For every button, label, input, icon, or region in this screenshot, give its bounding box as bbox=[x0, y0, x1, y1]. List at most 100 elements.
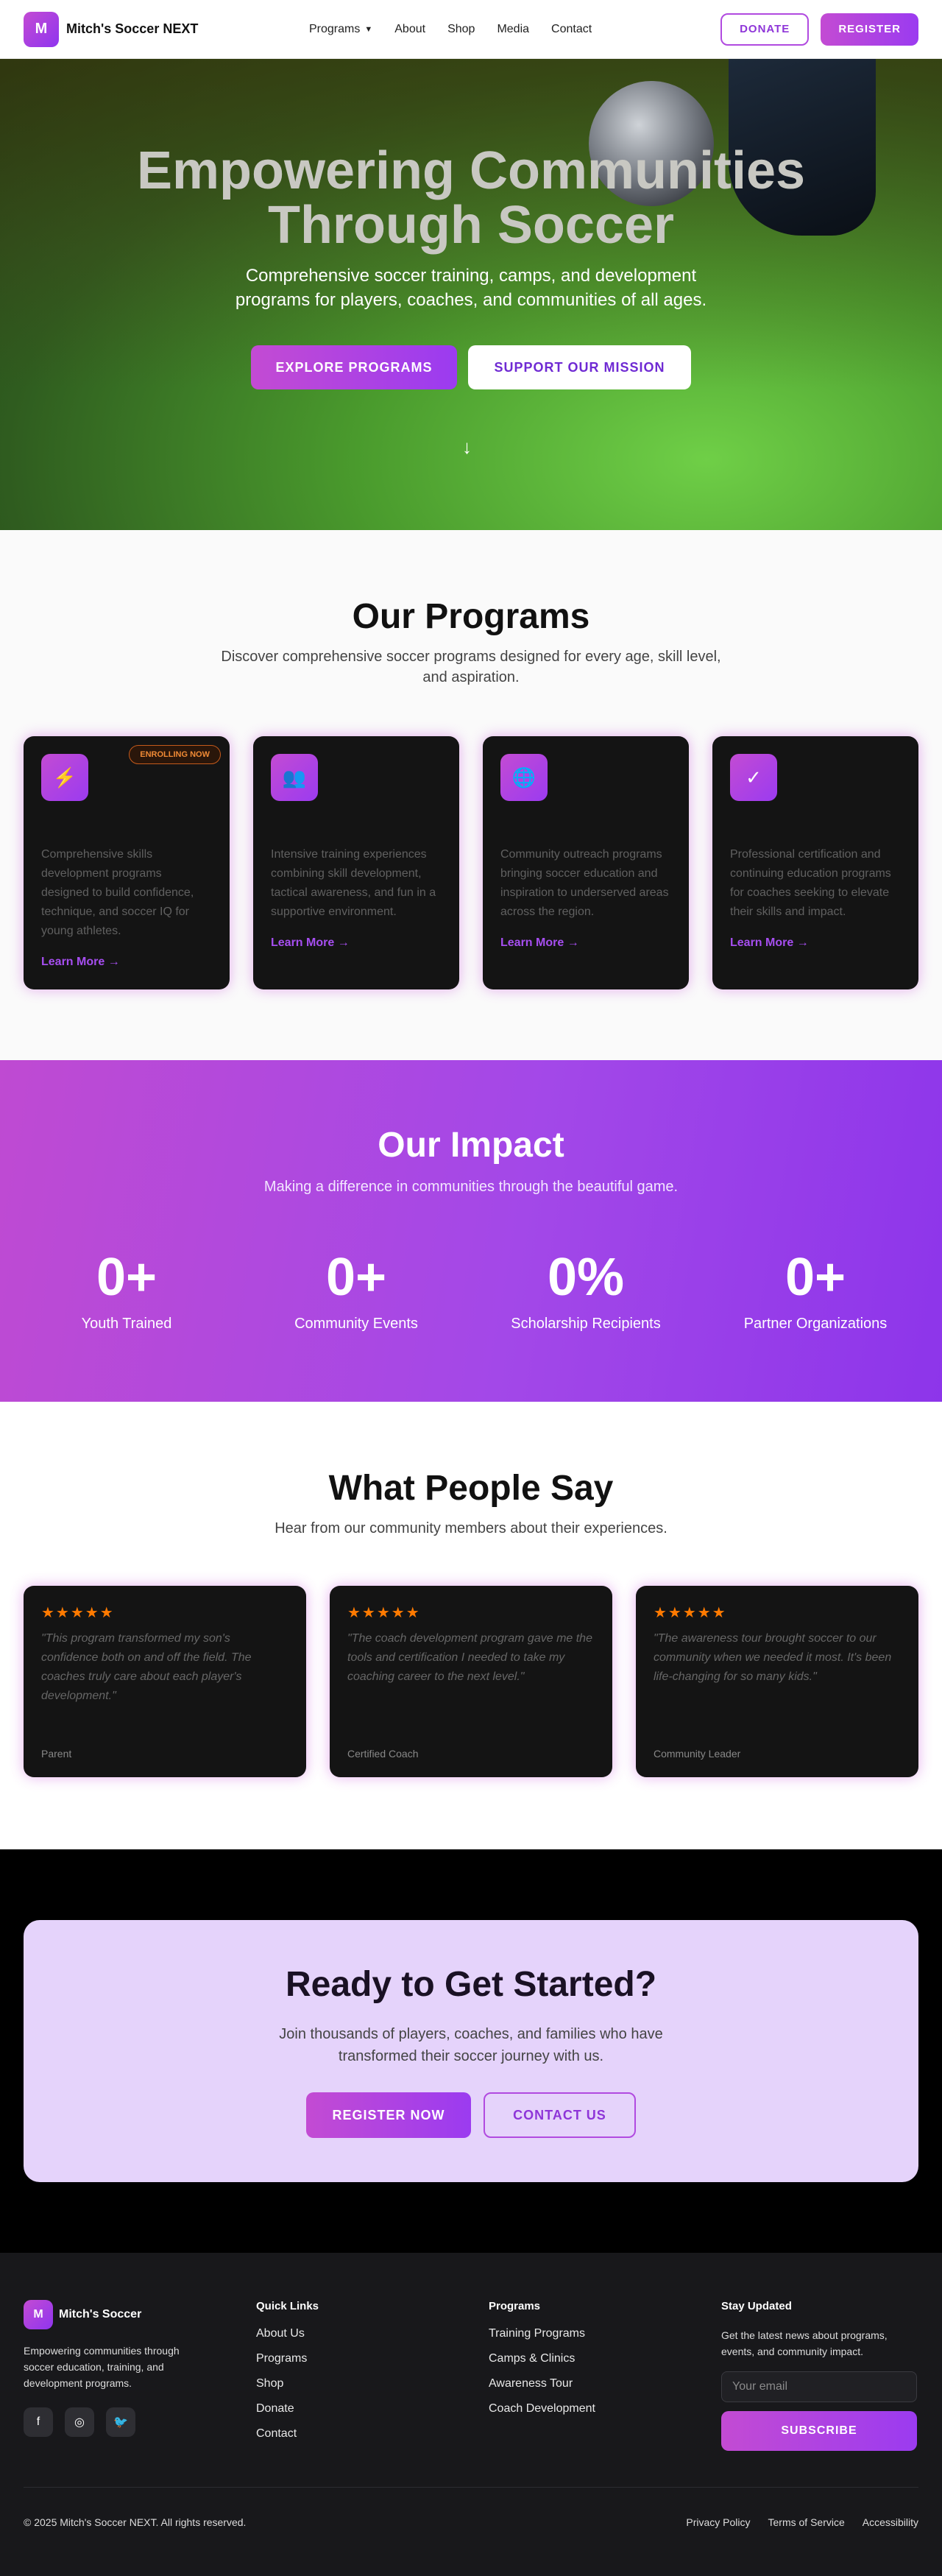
learn-more-link[interactable]: Learn More → bbox=[730, 936, 901, 950]
testimonial-author: Community Leader bbox=[654, 1748, 741, 1760]
donate-button[interactable]: DONATE bbox=[720, 13, 810, 46]
social-links: f ◎ 🐦 bbox=[24, 2407, 200, 2437]
footer-link-about[interactable]: About Us bbox=[256, 2327, 319, 2340]
check-circle-icon: ✓ bbox=[730, 754, 777, 801]
learn-more-link[interactable]: Learn More → bbox=[41, 956, 212, 969]
footer-link-camps[interactable]: Camps & Clinics bbox=[489, 2352, 595, 2365]
nav-programs-label: Programs bbox=[309, 22, 361, 35]
contact-us-button[interactable]: CONTACT US bbox=[484, 2092, 636, 2138]
cta-section: Ready to Get Started? Join thousands of … bbox=[0, 1849, 942, 2253]
accessibility-link[interactable]: Accessibility bbox=[863, 2516, 918, 2528]
learn-more-link[interactable]: Learn More → bbox=[500, 936, 671, 950]
footer-programs: Programs Training Programs Camps & Clini… bbox=[489, 2300, 595, 2427]
stat-number: 0+ bbox=[96, 1248, 157, 1307]
facebook-icon[interactable]: f bbox=[24, 2407, 53, 2437]
brand-name: Mitch's Soccer NEXT bbox=[66, 21, 199, 36]
program-desc: Intensive training experiences combining… bbox=[271, 848, 436, 918]
impact-subtitle: Making a difference in communities throu… bbox=[263, 1179, 679, 1195]
stat-label: Partner Organizations bbox=[743, 1316, 888, 1332]
testimonial-author: Certified Coach bbox=[347, 1748, 419, 1760]
nav-links: Programs ▼ About Shop Media Contact bbox=[309, 23, 592, 36]
hero-subtitle: Comprehensive soccer training, camps, an… bbox=[235, 266, 707, 310]
footer-link-contact[interactable]: Contact bbox=[256, 2427, 319, 2441]
testimonial-quote: "The awareness tour brought soccer to ou… bbox=[654, 1632, 892, 1683]
privacy-link[interactable]: Privacy Policy bbox=[686, 2516, 750, 2528]
cta-subtitle: Join thousands of players, coaches, and … bbox=[279, 2026, 663, 2064]
star-rating: ★★★★★ bbox=[347, 1605, 421, 1621]
scroll-down-icon[interactable]: ↓ bbox=[462, 436, 472, 459]
stat-events: 0+ Community Events bbox=[253, 1248, 459, 1333]
nav-contact[interactable]: Contact bbox=[551, 23, 592, 36]
stat-scholarship: 0% Scholarship Recipients bbox=[483, 1248, 689, 1333]
footer-logo[interactable]: M Mitch's Soccer bbox=[24, 2300, 200, 2329]
stat-youth: 0+ Youth Trained bbox=[24, 1248, 230, 1333]
testimonial-author: Parent bbox=[41, 1748, 72, 1760]
stat-number: 0% bbox=[547, 1248, 625, 1307]
newsletter-desc: Get the latest news about programs, even… bbox=[721, 2329, 888, 2357]
testimonial-card: ★★★★★ "The awareness tour brought soccer… bbox=[636, 1586, 918, 1777]
copyright: © 2025 Mitch's Soccer NEXT. All rights r… bbox=[24, 2516, 247, 2528]
register-button[interactable]: REGISTER bbox=[821, 13, 918, 46]
top-nav: M Mitch's Soccer NEXT Programs ▼ About Sh… bbox=[0, 0, 942, 59]
star-rating: ★★★★★ bbox=[654, 1605, 727, 1621]
footer-quick-links: Quick Links About Us Programs Shop Donat… bbox=[256, 2300, 319, 2452]
cta-title: Ready to Get Started? bbox=[285, 1965, 657, 2004]
instagram-icon[interactable]: ◎ bbox=[65, 2407, 94, 2437]
program-card: ⚡ ENROLLING NOW Comprehensive skills dev… bbox=[24, 736, 230, 989]
support-mission-button[interactable]: SUPPORT OUR MISSION bbox=[468, 345, 691, 389]
group-icon: 👥 bbox=[271, 754, 318, 801]
testimonials-title: What People Say bbox=[328, 1469, 614, 1508]
program-desc: Professional certification and continuin… bbox=[730, 848, 891, 918]
footer-link-shop[interactable]: Shop bbox=[256, 2377, 319, 2390]
testimonials-subtitle: Hear from our community members about th… bbox=[275, 1520, 667, 1536]
stat-label: Scholarship Recipients bbox=[511, 1316, 661, 1332]
nav-about[interactable]: About bbox=[394, 23, 425, 36]
quick-links-heading: Quick Links bbox=[256, 2300, 319, 2312]
newsletter-heading: Stay Updated bbox=[721, 2300, 792, 2312]
testimonial-quote: "This program transformed my son's confi… bbox=[41, 1632, 252, 1702]
twitter-icon[interactable]: 🐦 bbox=[106, 2407, 135, 2437]
register-now-button[interactable]: REGISTER NOW bbox=[306, 2092, 471, 2138]
testimonial-quote: "The coach development program gave me t… bbox=[347, 1632, 592, 1683]
footer-link-tour[interactable]: Awareness Tour bbox=[489, 2377, 595, 2390]
footer-brand-name: Mitch's Soccer bbox=[59, 2308, 142, 2321]
footer-link-programs[interactable]: Programs bbox=[256, 2352, 319, 2365]
hero-title: Empowering Communities Through Soccer bbox=[0, 144, 942, 253]
enrolling-badge: ENROLLING NOW bbox=[129, 745, 221, 764]
star-rating: ★★★★★ bbox=[41, 1605, 115, 1621]
stat-partners: 0+ Partner Organizations bbox=[712, 1248, 918, 1333]
footer-divider bbox=[24, 2487, 918, 2488]
programs-subtitle: Discover comprehensive soccer programs d… bbox=[221, 649, 721, 685]
testimonial-card: ★★★★★ "The coach development program gav… bbox=[330, 1586, 612, 1777]
nav-programs[interactable]: Programs ▼ bbox=[309, 23, 372, 36]
learn-more-link[interactable]: Learn More → bbox=[271, 936, 442, 950]
chevron-down-icon: ▼ bbox=[364, 24, 373, 34]
footer-logo-mark: M bbox=[24, 2300, 53, 2329]
hero-section: Empowering Communities Through Soccer Com… bbox=[0, 59, 942, 530]
program-card: 🌐 Community outreach programs bringing s… bbox=[483, 736, 689, 989]
programs-title: Our Programs bbox=[352, 597, 590, 636]
program-card: ✓ Professional certification and continu… bbox=[712, 736, 918, 989]
email-input[interactable]: Your email bbox=[721, 2371, 917, 2402]
testimonials-section: What People Say Hear from our community … bbox=[0, 1402, 942, 1849]
brand-logo[interactable]: M Mitch's Soccer NEXT bbox=[24, 11, 199, 47]
terms-link[interactable]: Terms of Service bbox=[768, 2516, 845, 2528]
nav-media[interactable]: Media bbox=[497, 23, 529, 36]
program-card: 👥 Intensive training experiences combini… bbox=[253, 736, 459, 989]
footer-link-donate[interactable]: Donate bbox=[256, 2402, 319, 2416]
stat-label: Community Events bbox=[294, 1316, 418, 1332]
footer-link-training[interactable]: Training Programs bbox=[489, 2327, 595, 2340]
footer-link-coach[interactable]: Coach Development bbox=[489, 2402, 595, 2416]
program-desc: Comprehensive skills development program… bbox=[41, 848, 194, 937]
stat-number: 0+ bbox=[785, 1248, 846, 1307]
site-footer: M Mitch's Soccer Empowering communities … bbox=[0, 2253, 942, 2576]
subscribe-button[interactable]: SUBSCRIBE bbox=[721, 2411, 917, 2451]
explore-programs-button[interactable]: EXPLORE PROGRAMS bbox=[251, 345, 457, 389]
hero-title-line1: Empowering Communities bbox=[136, 141, 806, 200]
logo-mark: M bbox=[24, 11, 59, 47]
hero-title-line2: Through Soccer bbox=[267, 196, 675, 255]
programs-section: Our Programs Discover comprehensive socc… bbox=[0, 530, 942, 1060]
footer-description: Empowering communities through soccer ed… bbox=[24, 2345, 180, 2389]
program-desc: Community outreach programs bringing soc… bbox=[500, 848, 669, 918]
nav-shop[interactable]: Shop bbox=[447, 23, 475, 36]
